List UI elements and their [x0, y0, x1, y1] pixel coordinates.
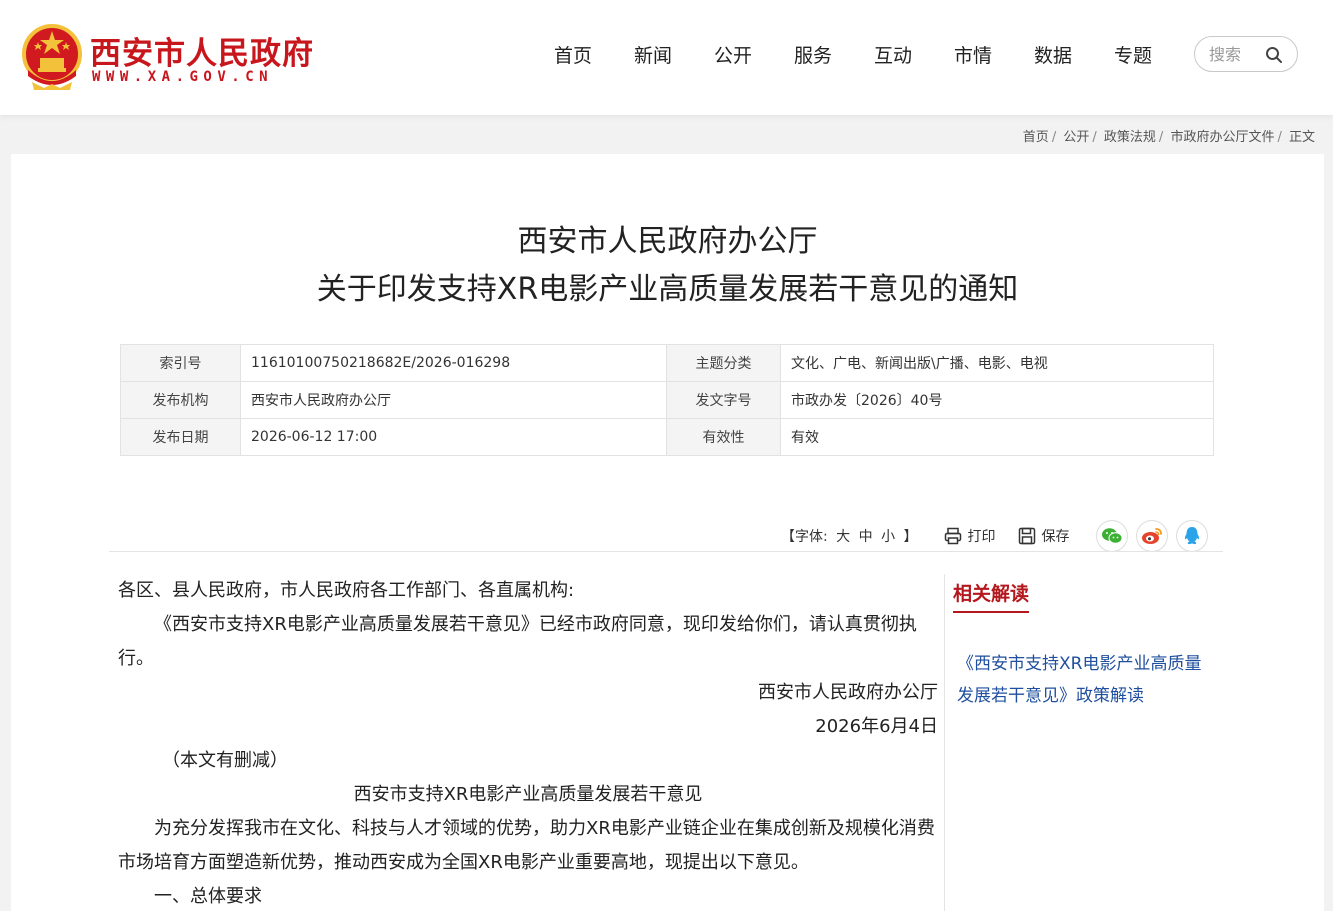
weibo-icon	[1141, 528, 1162, 544]
font-size-large[interactable]: 大	[836, 529, 850, 545]
meta-row: 发布机构 西安市人民政府办公厅 发文字号 市政办发〔2026〕40号	[120, 381, 1214, 419]
article-salutation: 各区、县人民政府，市人民政府各工作部门、各直属机构:	[118, 580, 575, 601]
meta-value: 市政办发〔2026〕40号	[780, 381, 1214, 419]
document-meta-table: 索引号 11610100750218682E/2026-016298 主题分类 …	[120, 344, 1214, 456]
wechat-icon	[1101, 528, 1123, 544]
meta-value: 文化、广电、新闻出版\广播、电影、电视	[780, 344, 1214, 382]
font-size-control: 【字体: 大 中 小 】	[781, 526, 922, 546]
search-input[interactable]	[1209, 44, 1267, 64]
save-label: 保存	[1041, 529, 1070, 545]
nav-home[interactable]: 首页	[533, 38, 613, 74]
document-title: 西安市人民政府办公厅 关于印发支持XR电影产业高质量发展若干意见的通知	[11, 218, 1324, 314]
share-qq-button[interactable]	[1175, 520, 1208, 552]
font-size-small[interactable]: 小	[881, 529, 895, 545]
share-wechat-button[interactable]	[1095, 520, 1128, 552]
document-title-line2: 关于印发支持XR电影产业高质量发展若干意见的通知	[316, 272, 1019, 307]
nav-data[interactable]: 数据	[1013, 38, 1093, 74]
meta-key: 发布日期	[120, 418, 241, 456]
breadcrumb-home[interactable]: 首页	[1023, 130, 1049, 145]
nav-news[interactable]: 新闻	[613, 38, 693, 74]
meta-key: 主题分类	[666, 344, 781, 382]
qq-icon	[1184, 527, 1199, 545]
related-interpretation-title: 相关解读	[953, 579, 1030, 613]
font-size-close: 】	[903, 529, 918, 545]
breadcrumb-public[interactable]: 公开	[1063, 130, 1089, 145]
document-title-line1: 西安市人民政府办公厅	[517, 224, 818, 259]
share-buttons	[1095, 520, 1216, 552]
breadcrumb-separator: /	[1277, 130, 1282, 145]
article-paragraph: 为充分发挥我市在文化、科技与人才领域的优势，助力XR电影产业链企业在集成创新及规…	[118, 818, 935, 873]
content-panel: 西安市人民政府办公厅 关于印发支持XR电影产业高质量发展若干意见的通知 索引号 …	[11, 154, 1324, 911]
main-nav: 首页 新闻 公开 服务 互动 市情 数据 专题	[533, 38, 1173, 74]
nav-services[interactable]: 服务	[773, 38, 853, 74]
breadcrumb-separator: /	[1092, 130, 1097, 145]
toolbar-divider	[109, 551, 1223, 552]
national-emblem-icon	[22, 24, 82, 90]
site-logo[interactable]: 西安市人民政府 WWW.XA.GOV.CN	[20, 20, 320, 95]
site-header: 西安市人民政府 WWW.XA.GOV.CN 首页 新闻 公开 服务 互动 市情 …	[0, 0, 1333, 115]
meta-key: 索引号	[120, 344, 241, 382]
breadcrumb-separator: /	[1051, 130, 1057, 145]
share-weibo-button[interactable]	[1135, 520, 1168, 552]
breadcrumb: 首页 / 公开 / 政策法规 / 市政府办公厅文件 / 正文	[1023, 126, 1315, 145]
meta-value: 2026-06-12 17:00	[240, 418, 667, 456]
article-section-heading: 一、总体要求	[154, 886, 262, 907]
sidebar-divider	[944, 574, 945, 911]
article-paragraph: 《西安市支持XR电影产业高质量发展若干意见》已经市政府同意，现印发给你们，请认真…	[118, 614, 917, 669]
article-signature: 西安市人民政府办公厅	[758, 682, 938, 703]
meta-key: 发文字号	[666, 381, 781, 419]
meta-key: 发布机构	[120, 381, 241, 419]
search-box	[1194, 36, 1298, 72]
breadcrumb-separator: /	[1158, 130, 1164, 145]
meta-key: 有效性	[666, 418, 781, 456]
article-body: 各区、县人民政府，市人民政府各工作部门、各直属机构: 《西安市支持XR电影产业高…	[118, 574, 938, 911]
article-subtitle: 西安市支持XR电影产业高质量发展若干意见	[353, 784, 703, 805]
save-icon	[1018, 527, 1035, 545]
nav-interaction[interactable]: 互动	[853, 38, 933, 74]
meta-value: 西安市人民政府办公厅	[240, 381, 667, 419]
font-size-medium[interactable]: 中	[859, 529, 873, 545]
printer-icon	[944, 527, 961, 545]
article-note: （本文有删减）	[162, 750, 288, 771]
nav-city-info[interactable]: 市情	[933, 38, 1013, 74]
save-button[interactable]: 保存	[1018, 526, 1070, 546]
site-url: WWW.XA.GOV.CN	[92, 69, 274, 85]
article-toolbar: 【字体: 大 中 小 】 打印 保存	[781, 518, 1216, 554]
meta-row: 索引号 11610100750218682E/2026-016298 主题分类 …	[120, 344, 1214, 382]
meta-row: 发布日期 2026-06-12 17:00 有效性 有效	[120, 418, 1214, 456]
article-date: 2026年6月4日	[815, 716, 938, 737]
meta-value: 有效	[780, 418, 1214, 456]
print-button[interactable]: 打印	[944, 526, 996, 546]
breadcrumb-policy[interactable]: 政策法规	[1104, 130, 1156, 145]
meta-value: 11610100750218682E/2026-016298	[240, 344, 667, 382]
nav-public[interactable]: 公开	[693, 38, 773, 74]
breadcrumb-current: 正文	[1288, 130, 1315, 145]
font-size-label: 【字体:	[781, 529, 828, 545]
site-name: 西安市人民政府	[90, 36, 314, 72]
nav-topics[interactable]: 专题	[1093, 38, 1173, 74]
related-interpretation-link[interactable]: 《西安市支持XR电影产业高质量发展若干意见》政策解读	[957, 648, 1207, 712]
print-label: 打印	[967, 529, 996, 545]
breadcrumb-office-docs[interactable]: 市政府办公厅文件	[1170, 130, 1274, 145]
search-icon[interactable]	[1265, 46, 1283, 64]
